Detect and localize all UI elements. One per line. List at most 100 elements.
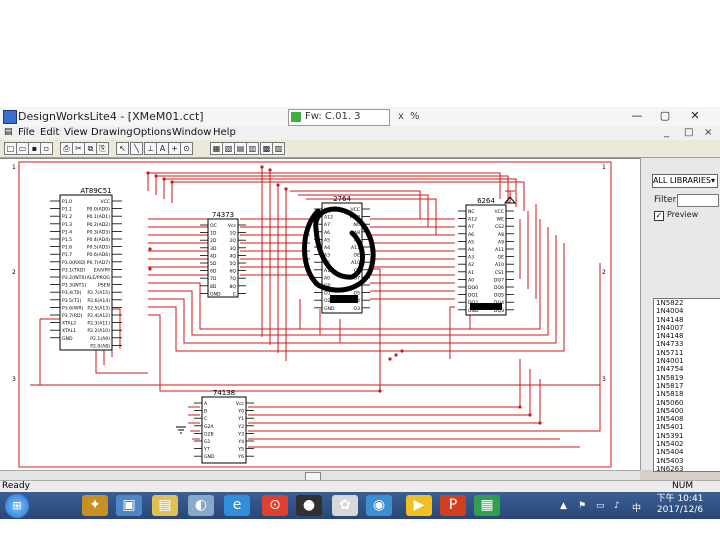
taskbar-app-icon[interactable]: ✦ [82, 495, 108, 516]
preview-checkbox[interactable]: ✓ [654, 211, 664, 221]
taskbar-app-icon[interactable]: ▣ [116, 495, 142, 516]
chip-pin-label-right: A9 [498, 239, 504, 245]
toolbar-button-8[interactable]: ↖ [116, 142, 129, 155]
chip-pin-label-right: CS1 [495, 270, 504, 276]
taskbar-app-icon[interactable]: ▦ [474, 495, 500, 516]
menu-window[interactable]: Window [172, 127, 211, 138]
menu-view[interactable]: View [64, 127, 88, 138]
notification-popup[interactable]: Fw: C.01. 3 [288, 109, 390, 126]
chip-pin-label-left: A7 [324, 222, 330, 228]
toolbar-button-13[interactable]: ⊙ [180, 142, 193, 155]
mdi-close-button[interactable]: × [704, 127, 712, 138]
parts-list-item[interactable]: 1N4007 [654, 324, 720, 332]
tray-icon[interactable]: ▭ [596, 501, 605, 511]
chip-pin-label-right: P2.7(A15) [87, 290, 110, 296]
parts-list-item[interactable]: 1N5391 [654, 432, 720, 440]
maximize-button[interactable]: ▢ [652, 109, 678, 123]
parts-list-item[interactable]: 1N5400 [654, 407, 720, 415]
chip-pin-label-right: DQ6 [494, 285, 504, 291]
chip-pin-label-left: O2 [324, 298, 331, 304]
minimize-button[interactable]: — [624, 109, 650, 123]
taskbar-app-icon[interactable]: ▶ [406, 495, 432, 516]
start-button[interactable]: ⊞ [5, 494, 29, 518]
toolbar-button-9[interactable]: ╲ [130, 142, 143, 155]
parts-list-item[interactable]: 1N5402 [654, 440, 720, 448]
parts-list-item[interactable]: 1N5401 [654, 423, 720, 431]
chip-pin-label-left: P1.5 [62, 237, 72, 243]
parts-list-item[interactable]: 1N5403 [654, 457, 720, 465]
tray-icon[interactable]: 中 [632, 501, 641, 514]
menu-drawing[interactable]: Drawing [91, 127, 133, 138]
schematic-canvas[interactable]: 1 2 3 1 2 3 AT89C51 P1.0 P1.1 P1.2 P1.3 P1.4 P1.5 P1.… [0, 158, 640, 471]
popup-close-icon[interactable]: % [410, 111, 420, 122]
chip-pin-label-right: P0.3(AD3) [87, 229, 110, 235]
taskbar-app-icon[interactable]: ● [296, 495, 322, 516]
chip-pin-label-left: GND [62, 336, 73, 342]
taskbar-app-icon[interactable]: ✿ [332, 495, 358, 516]
parts-list-item[interactable]: 1N5819 [654, 374, 720, 382]
parts-list-item[interactable]: 1N5818 [654, 390, 720, 398]
doc-icon[interactable]: ▤ [4, 127, 13, 137]
parts-list-item[interactable]: 1N5060 [654, 399, 720, 407]
chip-pin-label-left: A4 [468, 247, 474, 253]
chip-pin-label-right: 2Q [229, 238, 236, 244]
taskbar-app-icon[interactable]: ◐ [188, 495, 214, 516]
parts-list-item[interactable]: 1N4148 [654, 316, 720, 324]
parts-list-item[interactable]: 1N4004 [654, 307, 720, 315]
toolbar-button-7[interactable]: ⎘ [96, 142, 109, 155]
menu-help[interactable]: Help [213, 127, 236, 138]
chip-name-2764: 2764 [333, 195, 351, 203]
parts-list-item[interactable]: 1N5822 [654, 299, 720, 307]
parts-list-item[interactable]: 1N5404 [654, 448, 720, 456]
parts-list-item[interactable]: 1N4754 [654, 365, 720, 373]
wire-junction-dot [518, 405, 522, 409]
chip-pin-label-right: Y6 [237, 454, 244, 460]
library-dropdown[interactable]: ALL LIBRARIES ▾ [652, 174, 718, 188]
chip-pin-label-left: P1.0 [62, 199, 72, 205]
taskbar-app-icon[interactable]: ▤ [152, 495, 178, 516]
close-button[interactable]: ✕ [682, 109, 708, 123]
filter-input[interactable] [677, 194, 719, 207]
chip-pin-label-left: A3 [468, 255, 474, 261]
popup-pin-icon[interactable]: x [398, 111, 404, 122]
toolbar-button-3[interactable]: ▫ [40, 142, 53, 155]
toolbar-button-19[interactable]: ▨ [272, 142, 285, 155]
tray-icon[interactable]: ▲ [560, 501, 567, 511]
tray-icon[interactable]: ♪ [614, 501, 620, 511]
parts-list[interactable]: 1N5822 1N4004 1N4148 1N4007 1N4148 1N4733 1N57… [653, 298, 720, 472]
wire-junction-dot [260, 165, 264, 169]
chip-pin-label-right: P0.5(AD5) [87, 245, 110, 251]
chip-pin-label-left: P1.1 [62, 207, 72, 213]
parts-list-item[interactable]: 1N6263 [654, 465, 720, 471]
menu-options[interactable]: Options [133, 127, 172, 138]
chip-pin-label-right: P0.1(AD1) [87, 214, 110, 220]
chip-pin-label-left: A5 [468, 239, 474, 245]
parts-list-item[interactable]: 1N4733 [654, 340, 720, 348]
schematic-drawing[interactable]: 1 2 3 1 2 3 AT89C51 P1.0 P1.1P1.2 P1.3P1.4 P1.5 P1.… [0, 159, 640, 471]
clock[interactable]: 下午 10:41 2017/12/6 [650, 494, 710, 516]
menu-edit[interactable]: Edit [40, 127, 59, 138]
border-number-right: 2 [602, 269, 606, 276]
menu-file[interactable]: File [18, 127, 35, 138]
toolbar-button-17[interactable]: ▥ [246, 142, 259, 155]
parts-list-item[interactable]: 1N5817 [654, 382, 720, 390]
parts-list-item[interactable]: 1N5711 [654, 349, 720, 357]
tray-icon[interactable]: ⚑ [578, 501, 586, 511]
taskbar-app-icon[interactable]: e [224, 495, 250, 516]
mdi-restore-button[interactable]: □ [684, 127, 693, 138]
taskbar-app-icon[interactable]: P [440, 495, 466, 516]
mdi-minimize-button[interactable]: _ [664, 127, 669, 138]
chip-name-6264: 6264 [477, 197, 495, 205]
taskbar-app-icon[interactable]: ⊙ [262, 495, 288, 516]
chip-pin-label-left: DQ1 [468, 293, 478, 299]
taskbar-app-icon[interactable]: ◉ [366, 495, 392, 516]
parts-list-item[interactable]: 1N4001 [654, 357, 720, 365]
parts-list-item[interactable]: 1N5408 [654, 415, 720, 423]
chip-pin-label-left: A0 [468, 277, 474, 283]
window-title: DesignWorksLite4 - [XMeM01.cct] [18, 110, 204, 123]
wire-15 [248, 359, 601, 432]
chip-pin-label-right: A11 [495, 247, 504, 253]
chip-pin-label-right: DQ5 [494, 293, 504, 299]
parts-list-item[interactable]: 1N4148 [654, 332, 720, 340]
chip-pin-label-left: NC [468, 209, 475, 215]
